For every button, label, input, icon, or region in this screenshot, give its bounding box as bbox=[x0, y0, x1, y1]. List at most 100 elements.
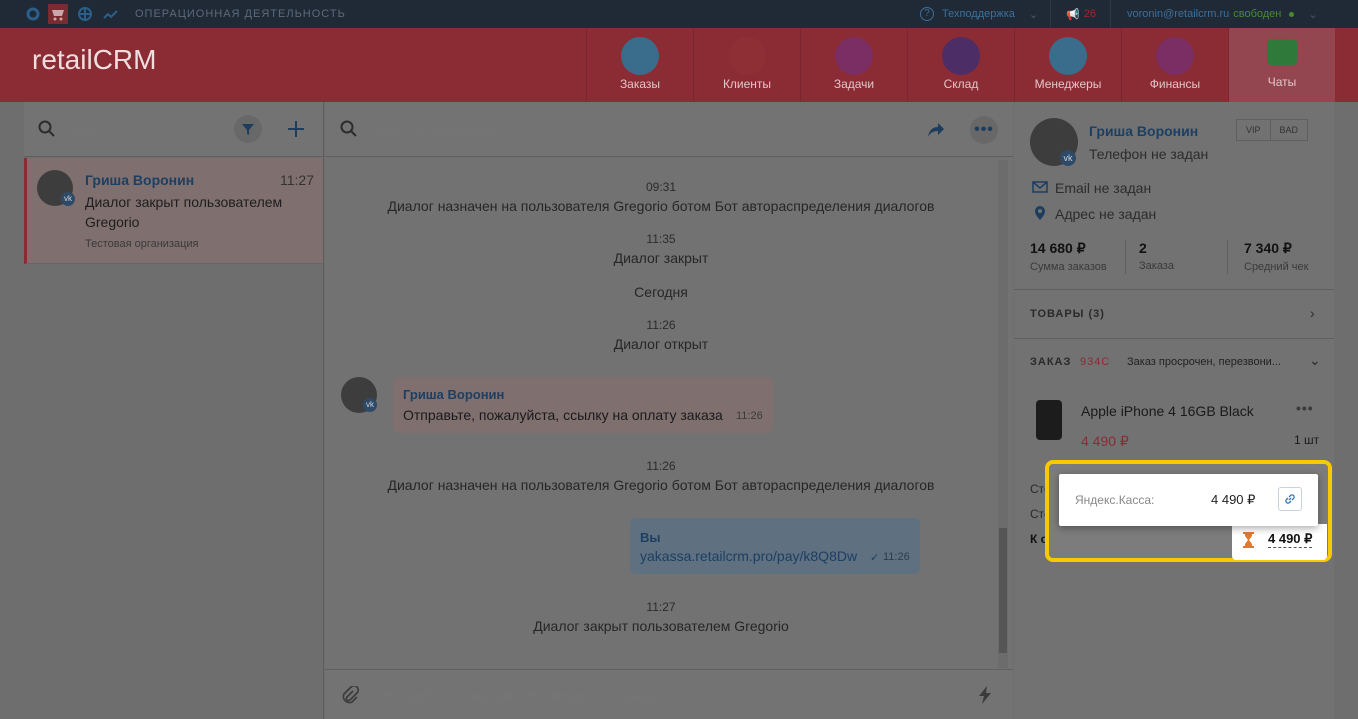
vk-icon: vk bbox=[61, 192, 75, 206]
product-qty: 1 шт bbox=[1294, 433, 1320, 447]
search-icon bbox=[38, 120, 56, 138]
dialog-last-message: Диалог закрыт пользователем Gregorio bbox=[85, 194, 283, 230]
support-link[interactable]: ? Техподдержка ⌄ bbox=[920, 0, 1038, 28]
client-email: Email не задан bbox=[1055, 180, 1152, 196]
outgoing-message: Вы yakassa.retailcrm.pro/pay/k8Q8Dw ✓ 11… bbox=[630, 518, 920, 574]
goods-section[interactable]: ТОВАРЫ (3) › bbox=[1014, 290, 1334, 338]
stat-total: 14 680 ₽ Сумма заказов bbox=[1030, 240, 1107, 273]
search-icon bbox=[340, 120, 358, 138]
copy-link-button[interactable] bbox=[1278, 487, 1302, 511]
to-pay-value[interactable]: 4 490 ₽ bbox=[1268, 531, 1313, 548]
cart-icon[interactable] bbox=[48, 4, 68, 24]
messages-area: 09:31 Диалог назначен на пользователя Gre… bbox=[325, 158, 997, 668]
chevron-down-icon: ⌄ bbox=[1308, 8, 1318, 21]
popup-label: Яндекс.Касса: bbox=[1075, 493, 1155, 507]
to-pay-box: 4 490 ₽ bbox=[1232, 524, 1327, 560]
chat-search-input[interactable] bbox=[366, 118, 666, 140]
nav-clients[interactable]: Клиенты bbox=[693, 28, 800, 102]
nav-orders[interactable]: Заказы bbox=[586, 28, 693, 102]
chevron-right-icon: › bbox=[1310, 305, 1315, 321]
nav-chats[interactable]: Чаты bbox=[1228, 28, 1335, 102]
order-section-header[interactable]: ЗАКАЗ 934C Заказ просрочен, перезвони...… bbox=[1014, 339, 1334, 385]
tag-bad[interactable]: BAD bbox=[1270, 119, 1309, 141]
chevron-down-icon: ⌄ bbox=[1028, 8, 1039, 21]
client-phone: Телефон не задан bbox=[1089, 146, 1209, 162]
nav-managers[interactable]: Менеджеры bbox=[1014, 28, 1121, 102]
client-stats: 14 680 ₽ Сумма заказов 2 Заказа 7 340 ₽ … bbox=[1030, 240, 1319, 276]
megaphone-icon: 📢 bbox=[1066, 8, 1080, 21]
location-icon bbox=[1035, 206, 1045, 220]
dialog-organization: Тестовая организация bbox=[85, 238, 199, 250]
more-button[interactable]: ••• bbox=[970, 116, 998, 144]
item-menu-icon[interactable]: ••• bbox=[1296, 400, 1314, 416]
nav-warehouse[interactable]: Склад bbox=[907, 28, 1014, 102]
status-dot bbox=[1289, 11, 1295, 17]
payment-popup: Яндекс.Касса: 4 490 ₽ bbox=[1059, 474, 1318, 526]
product-name[interactable]: Apple iPhone 4 16GB Black bbox=[1081, 403, 1254, 419]
gear-icon[interactable] bbox=[25, 6, 41, 22]
scrollbar-thumb[interactable] bbox=[999, 528, 1007, 653]
plus-icon bbox=[288, 121, 304, 137]
system-message: 11:27 Диалог закрыт пользователем Gregori… bbox=[533, 600, 789, 634]
system-message: 11:35 Диалог закрыт bbox=[613, 232, 709, 266]
client-panel: vk Гриша Воронин Телефон не задан VIP BA… bbox=[1014, 102, 1334, 719]
share-icon bbox=[928, 123, 944, 137]
day-separator: Сегодня bbox=[634, 284, 688, 300]
client-icon bbox=[728, 37, 766, 75]
filter-button[interactable] bbox=[234, 115, 262, 143]
email-icon bbox=[1032, 181, 1048, 193]
dialogs-search bbox=[24, 102, 323, 157]
lightning-icon[interactable] bbox=[978, 686, 992, 704]
forward-button[interactable] bbox=[922, 116, 950, 144]
top-bar: ОПЕРАЦИОННАЯ ДЕЯТЕЛЬНОСТЬ ? Техподдержка… bbox=[0, 0, 1358, 28]
managers-icon bbox=[1049, 37, 1087, 75]
link-icon bbox=[1285, 494, 1295, 504]
dialogs-panel: vk Гриша Воронин 11:27 Диалог закрыт пол… bbox=[24, 102, 324, 719]
tasks-icon bbox=[835, 37, 873, 75]
message-input[interactable] bbox=[371, 684, 931, 706]
section-title: ОПЕРАЦИОННАЯ ДЕЯТЕЛЬНОСТЬ bbox=[135, 8, 346, 20]
dialog-list-item[interactable]: vk Гриша Воронин 11:27 Диалог закрыт пол… bbox=[24, 158, 323, 264]
chevron-down-icon: ⌄ bbox=[1309, 352, 1321, 368]
product-price: 4 490 ₽ bbox=[1081, 433, 1129, 449]
composer bbox=[325, 669, 1013, 719]
system-message: 11:26 Диалог открыт bbox=[613, 318, 709, 352]
filter-icon bbox=[242, 124, 254, 135]
payment-link[interactable]: yakassa.retailcrm.pro/pay/k8Q8Dw bbox=[640, 548, 857, 564]
nav-finance[interactable]: Финансы bbox=[1121, 28, 1228, 102]
check-icon: ✓ bbox=[870, 552, 880, 564]
chat-panel: ••• 09:31Диалог назначен на пользователя… bbox=[325, 102, 1013, 719]
popup-value: 4 490 ₽ bbox=[1211, 492, 1256, 507]
logo[interactable]: retailCRM bbox=[32, 44, 156, 76]
stat-count: 2 Заказа bbox=[1139, 240, 1174, 272]
dialog-time: 11:27 bbox=[280, 172, 314, 188]
incoming-message: Гриша Воронин Отправьте, пожалуйста, ссы… bbox=[393, 377, 773, 433]
cart-icon bbox=[621, 37, 659, 75]
client-tags: VIP BAD bbox=[1236, 119, 1309, 141]
dots-icon: ••• bbox=[974, 121, 994, 138]
system-message: 09:31 Диалог назначен на пользователя Gre… bbox=[387, 180, 935, 214]
chat-search: ••• bbox=[325, 102, 1013, 157]
user-menu[interactable]: voronin@retailcrm.ru свободен ⌄ bbox=[1127, 0, 1318, 28]
add-dialog-button[interactable] bbox=[282, 115, 310, 143]
paperclip-icon[interactable] bbox=[341, 686, 359, 704]
order-status: Заказ просрочен, перезвони... bbox=[1127, 356, 1281, 368]
help-icon: ? bbox=[920, 7, 934, 21]
client-name[interactable]: Гриша Воронин bbox=[1089, 123, 1198, 139]
chart-icon[interactable] bbox=[103, 6, 119, 22]
stat-average: 7 340 ₽ Средний чек bbox=[1244, 240, 1309, 273]
nav-tasks[interactable]: Задачи bbox=[800, 28, 907, 102]
notifications-button[interactable]: 📢 26 bbox=[1066, 0, 1096, 28]
chats-icon bbox=[1267, 39, 1297, 65]
vk-icon: vk bbox=[363, 398, 377, 412]
client-address: Адрес не задан bbox=[1055, 206, 1157, 222]
dialogs-search-input[interactable] bbox=[62, 118, 222, 140]
warehouse-icon bbox=[942, 37, 980, 75]
product-image bbox=[1036, 400, 1062, 440]
scrollbar[interactable] bbox=[998, 160, 1008, 668]
order-number[interactable]: 934C bbox=[1080, 356, 1110, 368]
tag-vip[interactable]: VIP bbox=[1236, 119, 1271, 141]
vk-icon: vk bbox=[1060, 150, 1076, 166]
dialog-name: Гриша Воронин bbox=[85, 172, 195, 188]
target-icon[interactable] bbox=[77, 6, 93, 22]
